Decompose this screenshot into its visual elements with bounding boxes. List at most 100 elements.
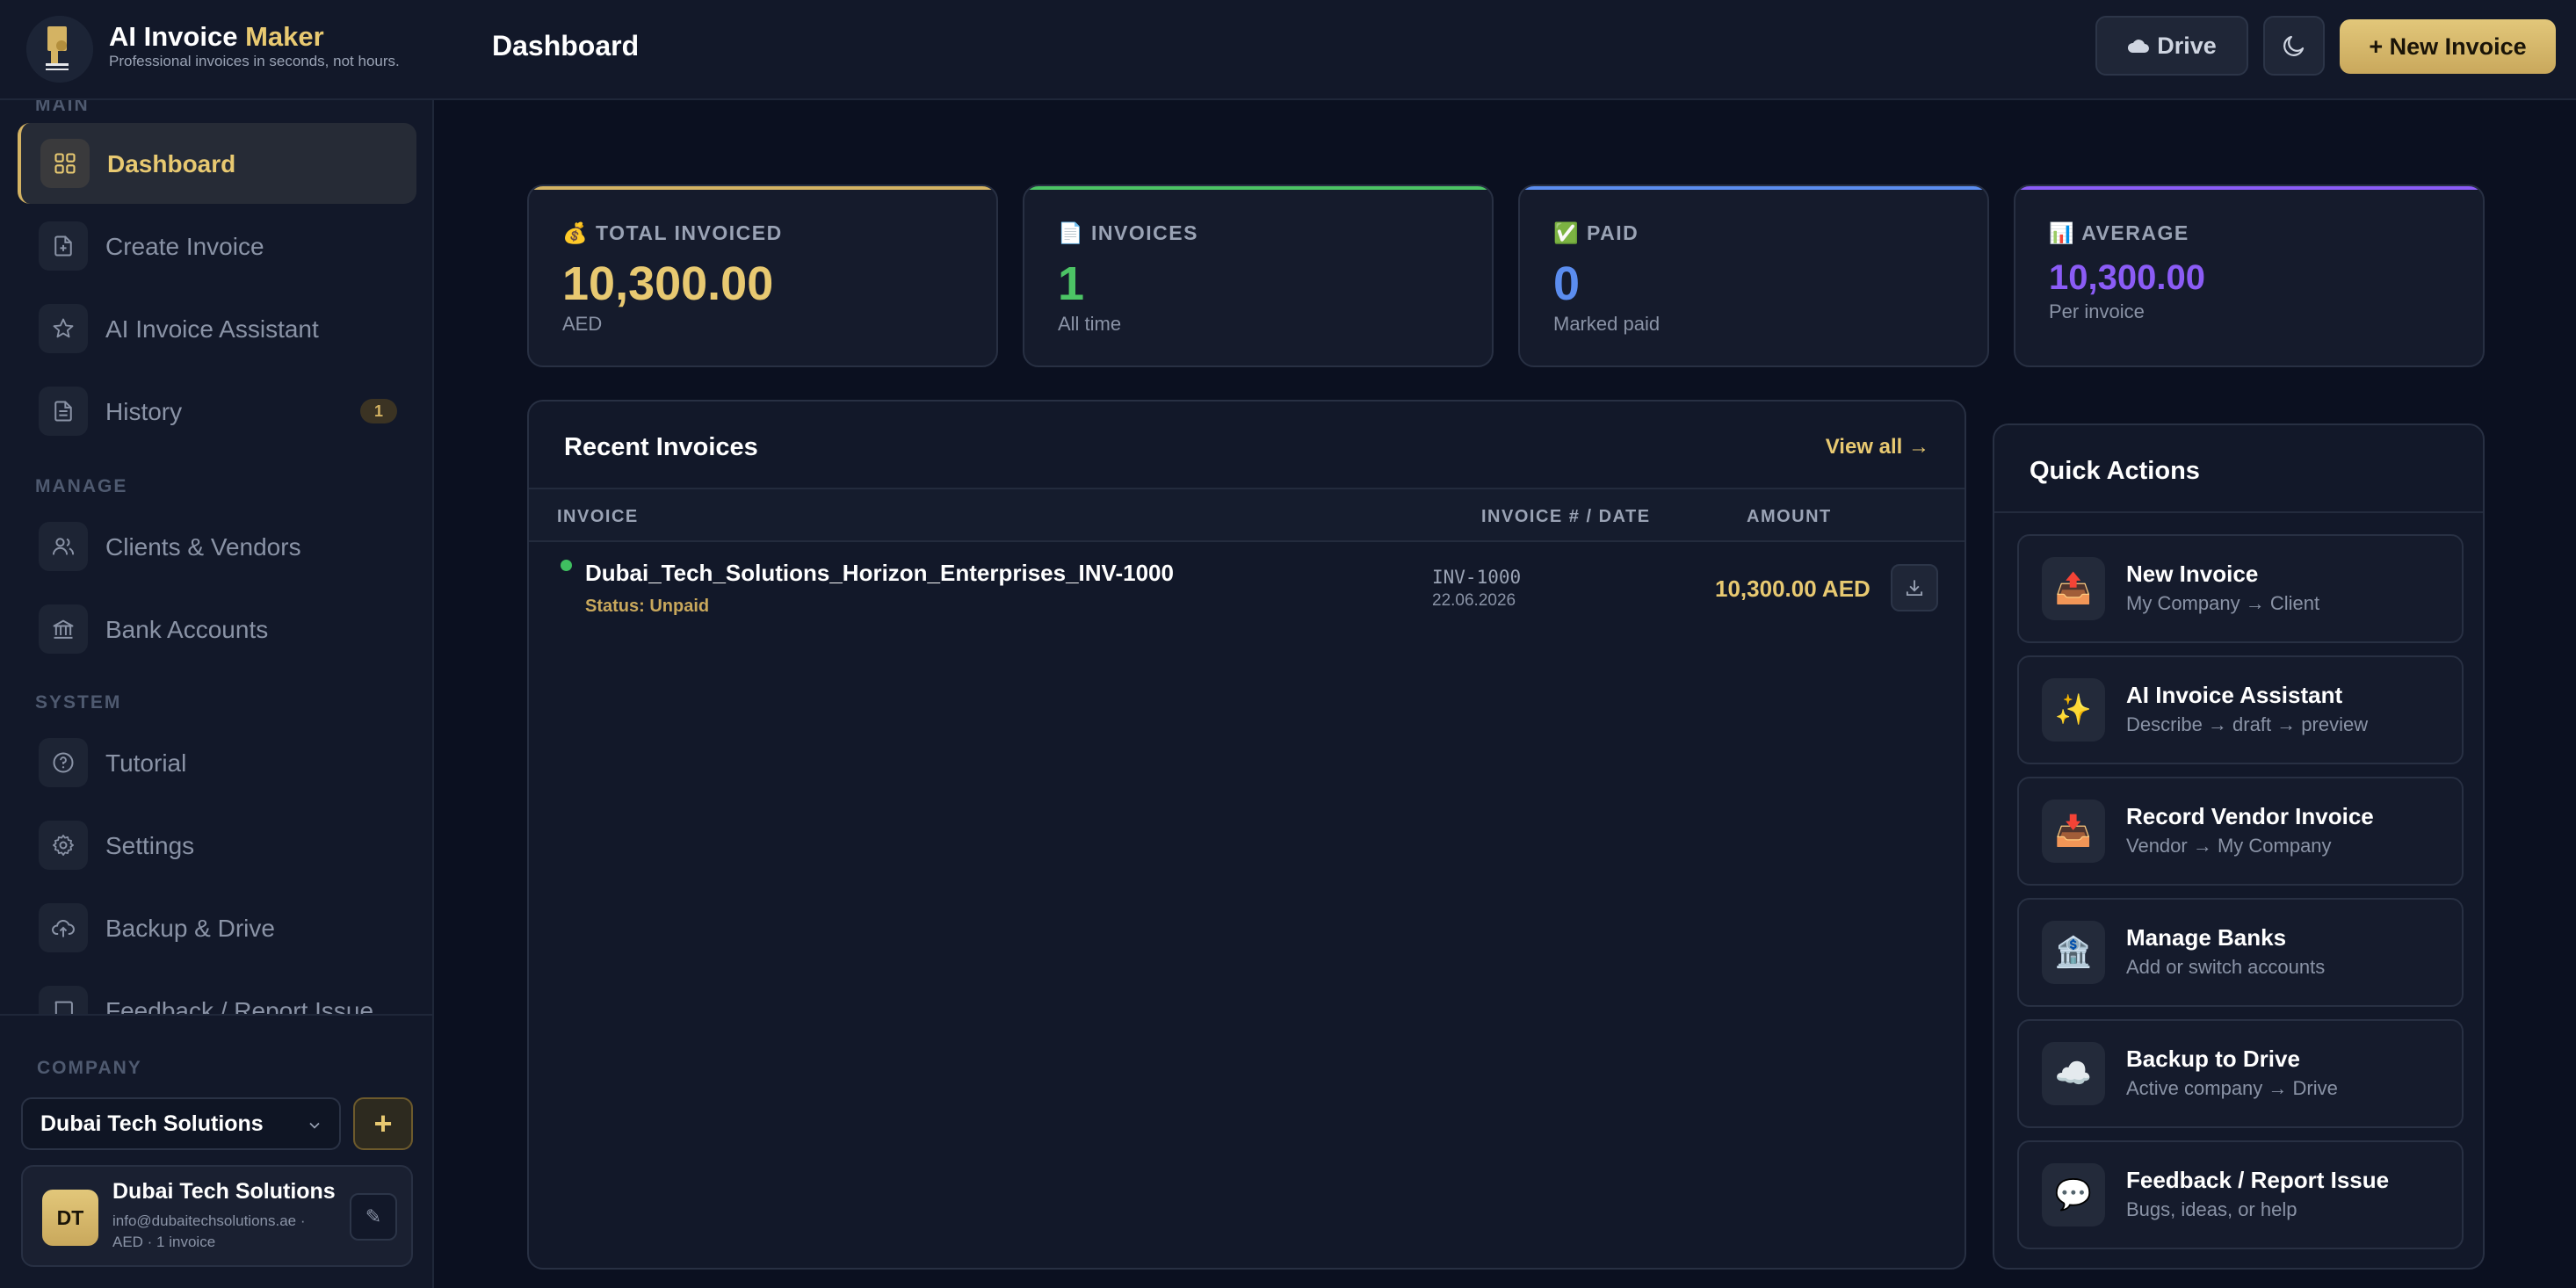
inbox-icon: 📥 bbox=[2042, 800, 2105, 863]
column-header-number-date: INVOICE # / DATE bbox=[1481, 507, 1651, 526]
quick-action-record-vendor-invoice[interactable]: 📥 Record Vendor Invoice Vendor → My Comp… bbox=[2017, 777, 2464, 886]
chevron-down-icon bbox=[309, 1122, 320, 1129]
sidebar-item-create-invoice[interactable]: Create Invoice bbox=[18, 206, 416, 286]
sidebar-item-bank-accounts[interactable]: Bank Accounts bbox=[18, 589, 416, 669]
stat-label-text: AVERAGE bbox=[2081, 221, 2189, 244]
company-select[interactable]: Dubai Tech Solutions bbox=[21, 1097, 341, 1150]
sidebar-item-ai-assistant[interactable]: AI Invoice Assistant bbox=[18, 288, 416, 369]
stat-label: 📊 AVERAGE bbox=[2049, 221, 2189, 245]
sidebar-item-settings[interactable]: Settings bbox=[18, 805, 416, 886]
app-logo[interactable] bbox=[26, 16, 93, 83]
company-card: DT Dubai Tech Solutions info@dubaitechso… bbox=[21, 1165, 413, 1267]
company-avatar: DT bbox=[42, 1190, 98, 1246]
table-header: INVOICE INVOICE # / DATE AMOUNT bbox=[529, 488, 1965, 542]
view-all-link[interactable]: View all → bbox=[1826, 435, 1929, 459]
quick-action-feedback[interactable]: 💬 Feedback / Report Issue Bugs, ideas, o… bbox=[2017, 1140, 2464, 1249]
stat-sub: All time bbox=[1058, 313, 1122, 335]
sidebar-item-label: History bbox=[105, 398, 183, 425]
cloud-icon bbox=[2128, 40, 2150, 53]
app-title-accent: Maker bbox=[245, 21, 324, 52]
recent-invoices-panel: Recent Invoices View all → INVOICE INVOI… bbox=[527, 400, 1966, 1270]
quick-action-ai-assistant[interactable]: ✨ AI Invoice Assistant Describe → draft … bbox=[2017, 655, 2464, 764]
outbox-icon: 📤 bbox=[2042, 557, 2105, 620]
grid-icon bbox=[40, 139, 90, 188]
stat-label-text: TOTAL INVOICED bbox=[596, 221, 783, 244]
stat-sub: Per invoice bbox=[2049, 300, 2145, 322]
download-button[interactable] bbox=[1891, 564, 1938, 611]
quick-action-manage-banks[interactable]: 🏦 Manage Banks Add or switch accounts bbox=[2017, 898, 2464, 1007]
sidebar-item-label: Settings bbox=[105, 832, 195, 859]
check-icon: ✅ bbox=[1553, 221, 1581, 244]
drive-button-label: Drive bbox=[2157, 32, 2217, 59]
status-dot bbox=[561, 560, 572, 571]
sidebar-item-backup-drive[interactable]: Backup & Drive bbox=[18, 887, 416, 968]
document-icon bbox=[39, 387, 88, 436]
quick-action-title: Backup to Drive bbox=[2126, 1046, 2300, 1072]
bank-icon: 🏦 bbox=[2042, 921, 2105, 984]
divider bbox=[1994, 511, 2483, 513]
stat-label: ✅ PAID bbox=[1553, 221, 1639, 245]
cloud-icon: ☁️ bbox=[2042, 1042, 2105, 1105]
company-meta: AED · 1 invoice bbox=[112, 1234, 216, 1250]
sidebar-item-label: Bank Accounts bbox=[105, 616, 269, 643]
stat-label-text: INVOICES bbox=[1091, 221, 1198, 244]
pencil-icon: ✎ bbox=[365, 1205, 382, 1227]
quick-action-subtitle: Vendor → My Company bbox=[2126, 835, 2332, 857]
file-plus-icon bbox=[39, 221, 88, 271]
quick-actions-title: Quick Actions bbox=[2030, 457, 2200, 485]
sparkles-icon: ✨ bbox=[2042, 678, 2105, 742]
quick-action-new-invoice[interactable]: 📤 New Invoice My Company → Client bbox=[2017, 534, 2464, 643]
column-header-amount: AMOUNT bbox=[1747, 507, 1832, 526]
top-header: AI Invoice Maker Professional invoices i… bbox=[0, 0, 2576, 100]
quick-action-subtitle: Active company → Drive bbox=[2126, 1077, 2338, 1099]
help-circle-icon bbox=[39, 738, 88, 787]
quick-action-subtitle: My Company → Client bbox=[2126, 592, 2320, 614]
column-header-invoice: INVOICE bbox=[557, 507, 639, 526]
stat-value: 10,300.00 bbox=[562, 257, 774, 310]
company-details: info@dubaitechsolutions.ae · AED · 1 inv… bbox=[112, 1211, 323, 1253]
add-company-button[interactable]: + bbox=[353, 1097, 413, 1150]
sidebar-item-label: Tutorial bbox=[105, 749, 187, 777]
stat-accent-bar bbox=[2015, 186, 2483, 190]
stat-card-invoices: 📄 INVOICES 1 All time bbox=[1023, 185, 1494, 367]
company-name: Dubai Tech Solutions bbox=[112, 1179, 336, 1204]
stat-card-paid: ✅ PAID 0 Marked paid bbox=[1518, 185, 1989, 367]
quick-action-subtitle: Bugs, ideas, or help bbox=[2126, 1198, 2297, 1220]
star-icon bbox=[39, 304, 88, 353]
quick-action-title: Feedback / Report Issue bbox=[2126, 1167, 2390, 1193]
moon-icon bbox=[2283, 35, 2305, 56]
app-title: AI Invoice Maker bbox=[109, 21, 324, 53]
history-count-badge: 1 bbox=[360, 399, 397, 423]
money-bag-icon: 💰 bbox=[562, 221, 590, 244]
section-label-company: COMPANY bbox=[37, 1058, 142, 1078]
drive-button[interactable]: Drive bbox=[2095, 16, 2248, 76]
company-select-value: Dubai Tech Solutions bbox=[40, 1111, 264, 1136]
sidebar-item-history[interactable]: History 1 bbox=[18, 371, 416, 452]
app-tagline: Professional invoices in seconds, not ho… bbox=[109, 53, 400, 69]
stat-value: 1 bbox=[1058, 257, 1085, 310]
invoice-amount: 10,300.00 AED bbox=[1715, 575, 1870, 602]
stat-value: 10,300.00 bbox=[2049, 258, 2205, 297]
sidebar-item-dashboard[interactable]: Dashboard bbox=[18, 123, 416, 204]
new-invoice-button[interactable]: + New Invoice bbox=[2340, 19, 2556, 74]
bank-icon bbox=[39, 604, 88, 654]
quick-action-backup-drive[interactable]: ☁️ Backup to Drive Active company → Driv… bbox=[2017, 1019, 2464, 1128]
quick-action-title: Manage Banks bbox=[2126, 924, 2287, 951]
quick-action-title: New Invoice bbox=[2126, 561, 2259, 587]
quick-actions-panel: Quick Actions 📤 New Invoice My Company →… bbox=[1993, 423, 2485, 1270]
bar-chart-icon: 📊 bbox=[2049, 221, 2076, 244]
section-label-system: SYSTEM bbox=[35, 692, 122, 713]
invoice-name[interactable]: Dubai_Tech_Solutions_Horizon_Enterprises… bbox=[585, 560, 1174, 587]
theme-toggle-button[interactable] bbox=[2263, 16, 2325, 76]
sidebar-item-label: AI Invoice Assistant bbox=[105, 315, 319, 343]
quick-action-title: Record Vendor Invoice bbox=[2126, 803, 2374, 829]
stat-sub: Marked paid bbox=[1553, 313, 1661, 335]
sidebar-item-clients-vendors[interactable]: Clients & Vendors bbox=[18, 506, 416, 587]
edit-company-button[interactable]: ✎ bbox=[350, 1193, 397, 1241]
stat-accent-bar bbox=[1520, 186, 1987, 190]
cloud-upload-icon bbox=[39, 903, 88, 952]
sidebar-item-tutorial[interactable]: Tutorial bbox=[18, 722, 416, 803]
section-label-main: MAIN bbox=[35, 100, 90, 115]
quick-action-subtitle: Add or switch accounts bbox=[2126, 956, 2326, 978]
sidebar-item-label: Clients & Vendors bbox=[105, 533, 301, 561]
